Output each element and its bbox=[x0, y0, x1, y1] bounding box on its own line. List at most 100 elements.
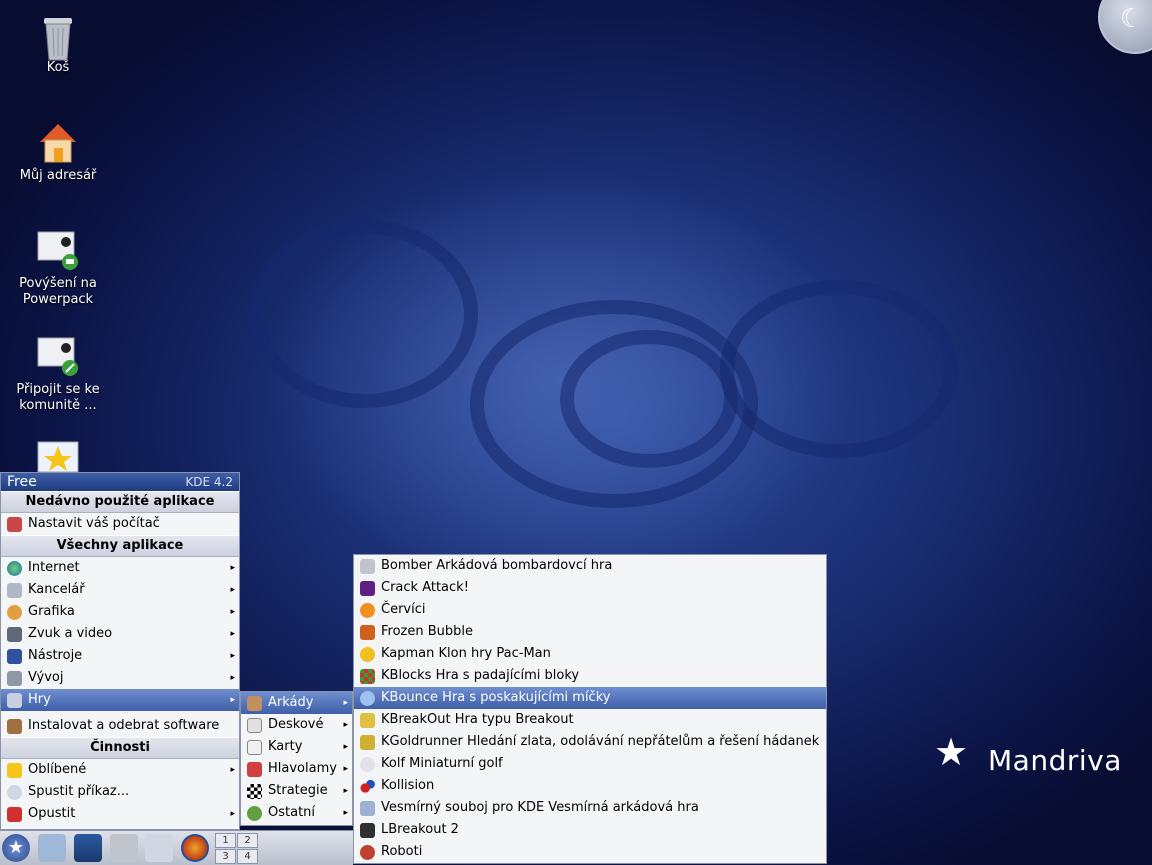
bomber-icon bbox=[360, 559, 375, 574]
pager-desktop-2[interactable]: 2 bbox=[237, 833, 258, 848]
control-center-icon[interactable] bbox=[145, 834, 173, 862]
menu-item-configure-computer[interactable]: Nastavit váš počítač bbox=[1, 513, 239, 535]
menu-item-tools[interactable]: Nástroje ▸ bbox=[1, 645, 239, 667]
desktop-icon-home[interactable]: Můj adresář bbox=[3, 120, 113, 184]
menu-item-graphics[interactable]: Grafika ▸ bbox=[1, 601, 239, 623]
menu-item-run-command[interactable]: Spustit příkaz... bbox=[1, 781, 239, 803]
show-desktop-icon[interactable] bbox=[74, 834, 102, 862]
multimedia-icon bbox=[7, 627, 22, 642]
submenu-arrow-icon: ▸ bbox=[343, 742, 348, 752]
desktop-icon-trash[interactable]: Koš bbox=[3, 12, 113, 76]
submenu-arrow-icon: ▸ bbox=[343, 764, 348, 774]
arcade-item[interactable]: Kolf Miniaturní golf bbox=[354, 753, 826, 775]
submenu-item-board[interactable]: Deskové ▸ bbox=[241, 714, 352, 736]
menu-item-internet[interactable]: Internet ▸ bbox=[1, 557, 239, 579]
menu-item-install-software[interactable]: Instalovat a odebrat software bbox=[1, 715, 239, 737]
robots-icon bbox=[360, 845, 375, 860]
cards-icon bbox=[247, 740, 262, 755]
arcade-item[interactable]: Vesmírný souboj pro KDE Vesmírná arkádov… bbox=[354, 797, 826, 819]
menu-item-development[interactable]: Vývoj ▸ bbox=[1, 667, 239, 689]
moon-corner-icon[interactable]: ☾ bbox=[1098, 0, 1152, 54]
arcade-icon bbox=[247, 696, 262, 711]
kgoldrunner-icon bbox=[360, 735, 375, 750]
arcade-item[interactable]: Červíci bbox=[354, 599, 826, 621]
arcade-item[interactable]: Crack Attack! bbox=[354, 577, 826, 599]
desktop-icon-label: Můj adresář bbox=[19, 168, 97, 183]
menu-item-office[interactable]: Kancelář ▸ bbox=[1, 579, 239, 601]
kollision-icon bbox=[360, 779, 375, 794]
submenu-arrow-icon: ▸ bbox=[230, 673, 235, 683]
run-command-icon bbox=[7, 785, 22, 800]
arcade-item[interactable]: KGoldrunner Hledání zlata, odolávání nep… bbox=[354, 731, 826, 753]
pager-desktop-4[interactable]: 4 bbox=[237, 849, 258, 864]
kbreakout-icon bbox=[360, 713, 375, 728]
submenu-arrow-icon: ▸ bbox=[230, 585, 235, 595]
submenu-item-cards[interactable]: Karty ▸ bbox=[241, 736, 352, 758]
arcade-item[interactable]: Kollision bbox=[354, 775, 826, 797]
menu-edition-label: Free bbox=[7, 474, 37, 490]
arcade-item[interactable]: KBlocks Hra s padajícími bloky bbox=[354, 665, 826, 687]
submenu-item-puzzle[interactable]: Hlavolamy ▸ bbox=[241, 758, 352, 780]
desktop-icon-powerpack[interactable]: Povýšení na Powerpack bbox=[3, 228, 113, 308]
menu-item-multimedia[interactable]: Zvuk a video ▸ bbox=[1, 623, 239, 645]
start-menu-button[interactable]: ★ bbox=[2, 834, 30, 862]
arcade-item[interactable]: LBreakout 2 bbox=[354, 819, 826, 841]
wallpaper-swirl bbox=[250, 220, 478, 408]
crack-attack-icon bbox=[360, 581, 375, 596]
submenu-arrow-icon: ▸ bbox=[230, 563, 235, 573]
start-menu: Free KDE 4.2 Nedávno použité aplikace Na… bbox=[0, 472, 240, 830]
arcade-item[interactable]: Bomber Arkádová bombardovcí hra bbox=[354, 555, 826, 577]
configure-computer-icon bbox=[7, 517, 22, 532]
submenu-arrow-icon: ▸ bbox=[343, 808, 348, 818]
desktop-icon-label: Povýšení na Powerpack bbox=[19, 276, 97, 307]
upgrade-powerpack-icon bbox=[36, 228, 80, 272]
desktop-icon-community[interactable]: Připojit se ke komunitě ... bbox=[3, 334, 113, 414]
development-icon bbox=[7, 671, 22, 686]
board-games-icon bbox=[247, 718, 262, 733]
submenu-item-other[interactable]: Ostatní ▸ bbox=[241, 802, 352, 824]
menu-item-games[interactable]: Hry ▸ bbox=[1, 689, 239, 711]
wallpaper-swirl bbox=[720, 280, 958, 458]
pager-desktop-3[interactable]: 3 bbox=[215, 849, 236, 864]
puzzle-icon bbox=[247, 762, 262, 777]
kspaceduel-icon bbox=[360, 801, 375, 816]
desktop-icon-label: Připojit se ke komunitě ... bbox=[16, 382, 100, 413]
arcade-item[interactable]: Kapman Klon hry Pac-Man bbox=[354, 643, 826, 665]
kapman-icon bbox=[360, 647, 375, 662]
submenu-arrow-icon: ▸ bbox=[230, 651, 235, 661]
arcade-item[interactable]: KBounce Hra s poskakujícími míčky bbox=[354, 687, 826, 709]
network-icon[interactable] bbox=[38, 834, 66, 862]
tools-icon[interactable] bbox=[110, 834, 138, 862]
arcade-submenu: Bomber Arkádová bombardovcí hra Crack At… bbox=[353, 554, 827, 864]
join-community-icon bbox=[36, 334, 80, 378]
home-folder-icon bbox=[36, 120, 80, 164]
favorites-star-icon bbox=[7, 763, 22, 778]
menu-item-favorites[interactable]: Oblíbené ▸ bbox=[1, 759, 239, 781]
pager-desktop-1[interactable]: 1 bbox=[215, 833, 236, 848]
desktop-pager: 1 2 3 4 bbox=[215, 833, 259, 864]
mandriva-star-icon: ★ bbox=[934, 730, 969, 774]
globe-icon bbox=[7, 561, 22, 576]
graphics-palette-icon bbox=[7, 605, 22, 620]
other-games-icon bbox=[247, 806, 262, 821]
arcade-item[interactable]: KBreakOut Hra typu Breakout bbox=[354, 709, 826, 731]
arcade-item[interactable]: Roboti bbox=[354, 841, 826, 863]
taskbar: ★ 1 2 3 4 bbox=[0, 830, 353, 865]
section-recent-apps: Nedávno použité aplikace bbox=[1, 491, 239, 513]
menu-item-leave[interactable]: Opustit ▸ bbox=[1, 803, 239, 825]
submenu-item-strategy[interactable]: Strategie ▸ bbox=[241, 780, 352, 802]
submenu-arrow-icon: ▸ bbox=[230, 695, 235, 705]
worms-icon bbox=[360, 603, 375, 618]
menu-header: Free KDE 4.2 bbox=[1, 473, 239, 491]
submenu-arrow-icon: ▸ bbox=[343, 720, 348, 730]
power-icon bbox=[7, 807, 22, 822]
submenu-arrow-icon: ▸ bbox=[230, 607, 235, 617]
firefox-icon[interactable] bbox=[181, 834, 209, 862]
submenu-arrow-icon: ▸ bbox=[343, 786, 348, 796]
arcade-item[interactable]: Frozen Bubble bbox=[354, 621, 826, 643]
submenu-item-arcade[interactable]: Arkády ▸ bbox=[241, 692, 352, 714]
wallpaper-swirl bbox=[560, 330, 738, 468]
desktop-icon-label: Koš bbox=[46, 60, 70, 75]
install-software-icon bbox=[7, 719, 22, 734]
submenu-arrow-icon: ▸ bbox=[230, 765, 235, 775]
